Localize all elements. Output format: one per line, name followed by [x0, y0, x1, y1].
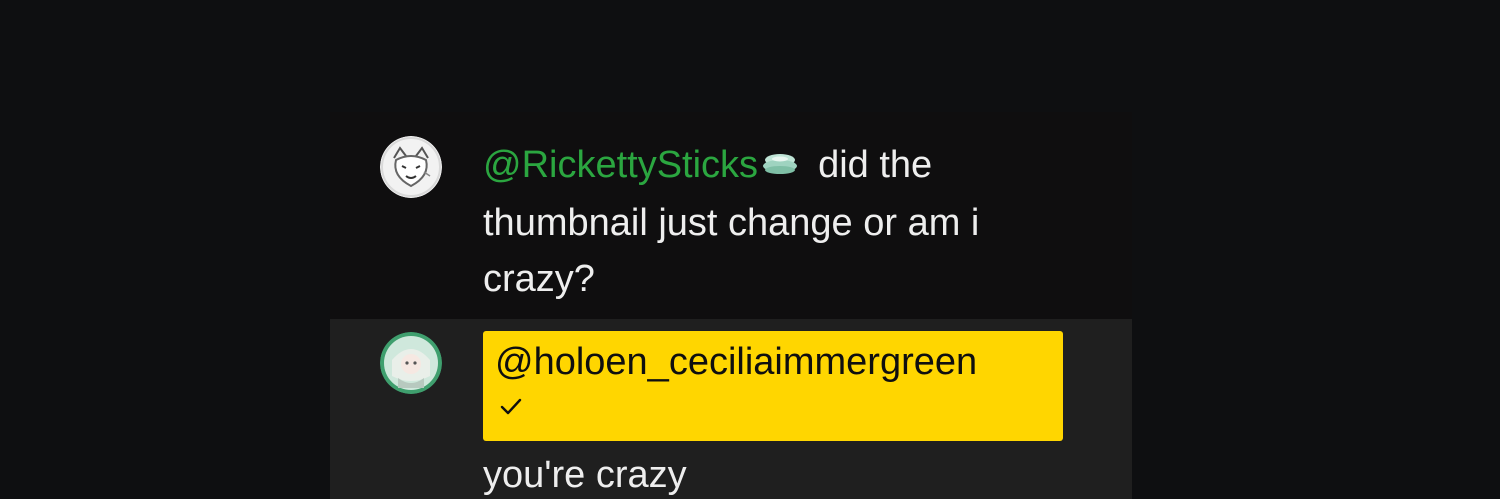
- chat-message: @holoen_ceciliaimmergreen you're crazy: [330, 319, 1132, 499]
- chat-panel: @RickettySticks did the thumbnail just ch…: [330, 112, 1132, 499]
- author-name[interactable]: @holoen_ceciliaimmergreen: [495, 337, 977, 387]
- owner-highlight: @holoen_ceciliaimmergreen: [483, 331, 1063, 441]
- author-name[interactable]: @RickettySticks: [483, 144, 758, 186]
- avatar[interactable]: [380, 136, 442, 198]
- message-text-block: @RickettySticks did the thumbnail just ch…: [483, 137, 1083, 307]
- avatar-character-icon: [380, 332, 442, 394]
- moderator-badge-icon: [760, 135, 800, 191]
- avatar[interactable]: [380, 332, 442, 394]
- chat-message: @RickettySticks did the thumbnail just ch…: [330, 112, 1132, 319]
- message-text: you're crazy: [483, 454, 687, 496]
- avatar-cat-icon: [380, 136, 442, 198]
- check-icon: [499, 397, 523, 422]
